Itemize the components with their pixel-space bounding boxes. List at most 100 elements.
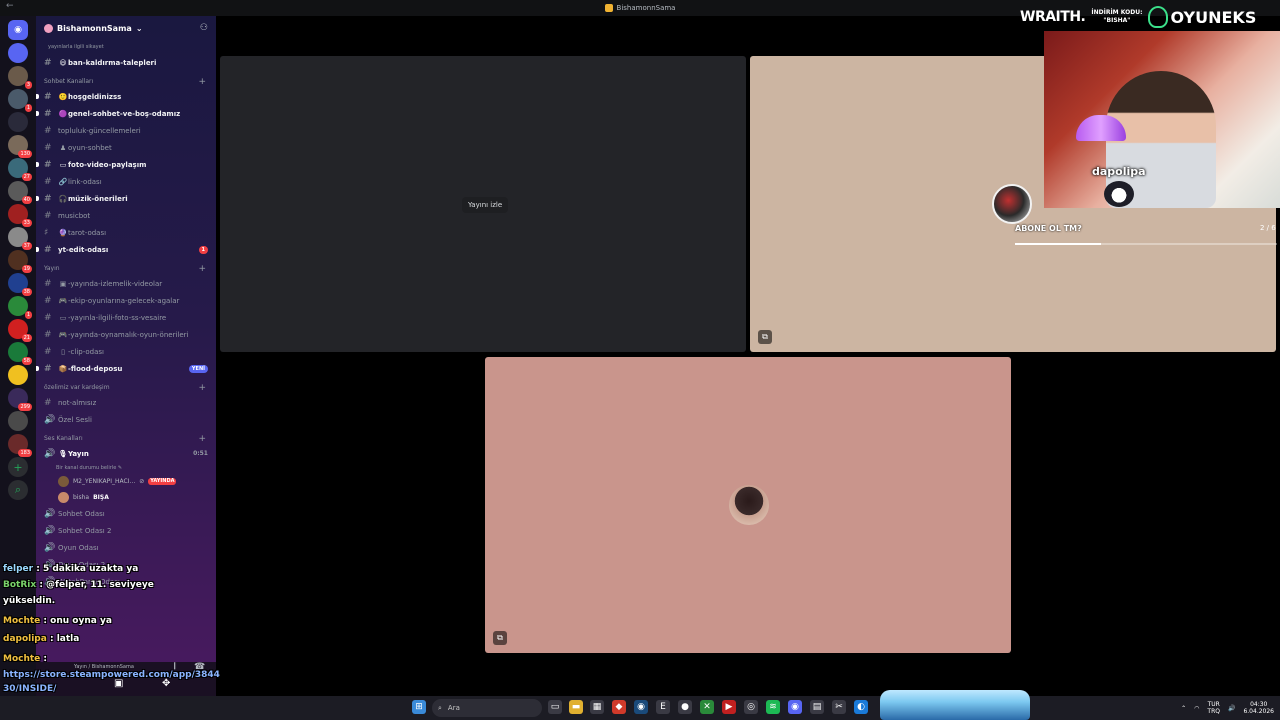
capcut-icon[interactable]: ✂ <box>832 700 846 714</box>
chevron-down-icon: ⌄ <box>135 23 143 33</box>
server-icon[interactable]: 58 <box>8 342 32 365</box>
discord-home-icon[interactable]: ◉ <box>8 20 28 40</box>
back-arrow-icon[interactable]: ← <box>6 1 14 11</box>
server-icon[interactable] <box>8 112 28 132</box>
add-server-icon[interactable]: + <box>8 457 28 477</box>
server-icon[interactable]: 3 <box>8 66 32 89</box>
task-view-icon[interactable]: ▭ <box>548 700 562 714</box>
server-icon[interactable]: 27 <box>8 158 32 181</box>
server-icon[interactable] <box>8 365 28 385</box>
add-channel-icon[interactable]: + <box>198 264 206 274</box>
category-ses[interactable]: Ses Kanalları + <box>36 428 216 445</box>
clock[interactable]: 04:30 6.04.2026 <box>1243 701 1274 715</box>
channel-label: genel-sohbet-ve-boş-odamız <box>68 109 181 118</box>
server-icon[interactable]: 21 <box>8 319 32 342</box>
oyuneks-text: OYUNEKS <box>1170 7 1257 27</box>
voice-channel-oyun[interactable]: 🔊 Oyun Odası <box>36 539 216 556</box>
server-icon[interactable] <box>8 43 28 63</box>
camera-icon: ▭ <box>59 313 67 322</box>
thread-item[interactable]: yayınlarla ilgili sikayet <box>36 40 216 54</box>
watch-stream-button[interactable]: Yayını izle <box>462 197 509 213</box>
muted-icon: ⊘ <box>139 477 145 485</box>
server-icon[interactable] <box>8 411 28 431</box>
channel-oynamalik[interactable]: # 🎮 -yayında-oynamalık-oyun-önerileri <box>36 326 216 343</box>
server-icon[interactable]: 40 <box>8 181 32 204</box>
server-icon[interactable]: 19 <box>8 250 32 273</box>
file-explorer-icon[interactable]: ▬ <box>569 700 583 714</box>
server-header[interactable]: BishamonnSama ⌄ ⚇ <box>36 16 216 40</box>
channel-ekip[interactable]: # 🎮 -ekip-oyunlarına-gelecek-agalar <box>36 292 216 309</box>
hash-icon: # <box>44 193 52 204</box>
channel-flood[interactable]: # 📦 -flood-deposu YENİ <box>36 360 216 377</box>
obs-icon[interactable]: ● <box>678 700 692 714</box>
channel-clip[interactable]: # ▯ -clip-odası <box>36 343 216 360</box>
channel-yt[interactable]: # yt-edit-odası 1 <box>36 241 216 258</box>
channel-label: ban-kaldırma-talepleri <box>68 58 157 67</box>
voice-user-m2[interactable]: M2_YENIKAPI_HACI... ⊘ YAYINDA <box>36 473 216 489</box>
channel-label: Sohbet Odası 2 <box>58 526 112 535</box>
add-channel-icon[interactable]: + <box>198 434 206 444</box>
taskbar-search[interactable]: ⌕ Ara <box>432 699 542 717</box>
alert-avatar <box>992 184 1032 224</box>
voice-user-bisha[interactable]: bisha BIŞA <box>36 489 216 505</box>
wifi-icon[interactable]: ◠ <box>1194 705 1199 712</box>
media-icon[interactable]: ▶ <box>722 700 736 714</box>
server-icon[interactable]: 33 <box>8 204 32 227</box>
channel-yayinla[interactable]: # ▭ -yayınla-ilgili-foto-ss-vesaire <box>36 309 216 326</box>
edge-icon[interactable]: ◐ <box>854 700 868 714</box>
voice-channel-yayin[interactable]: 🔊 🎙 Yayın 0:51 <box>36 445 216 462</box>
channel-ban[interactable]: # 😃 ban-kaldırma-talepleri <box>36 54 216 71</box>
volume-icon[interactable]: 🔊 <box>1228 705 1235 712</box>
subscribe-goal-count: 2 / 6 <box>1260 224 1276 232</box>
spotify-icon[interactable]: ≋ <box>766 700 780 714</box>
language-indicator[interactable]: TUR TRQ <box>1207 701 1220 715</box>
voice-status[interactable]: Bir kanal durumu belirle ✎ <box>36 462 216 473</box>
channel-muzik[interactable]: # 🎧 müzik-önerileri <box>36 190 216 207</box>
channel-topluluk[interactable]: # topluluk-güncellemeleri <box>36 122 216 139</box>
taskbar: ⊞ ⌕ Ara ▭ ▬ ▦ ◆ ◉ E ● ✕ ▶ ◎ ≋ ◉ ▤ ✂ ◐ ⌃ ◠… <box>0 696 1280 720</box>
channel-genel[interactable]: # 🟣 genel-sohbet-ve-boş-odamız <box>36 105 216 122</box>
channel-oyun[interactable]: # ♟ oyun-sohbet <box>36 139 216 156</box>
user-tile-bottom[interactable]: ⧉ <box>485 357 1011 653</box>
chat-text: 30/INSIDE/ <box>3 684 57 694</box>
chevron-up-icon[interactable]: ⌃ <box>1181 705 1186 712</box>
category-ozel[interactable]: özelimiz var kardeşim + <box>36 377 216 394</box>
server-badge: 130 <box>18 150 32 158</box>
add-channel-icon[interactable]: + <box>198 383 206 393</box>
server-icon[interactable]: 1 <box>8 89 32 112</box>
server-icon[interactable]: 183 <box>8 434 32 457</box>
server-icon[interactable]: 37 <box>8 227 32 250</box>
xbox-icon[interactable]: ✕ <box>700 700 714 714</box>
channel-ozel-sesli[interactable]: 🔊 Özel Sesli <box>36 411 216 428</box>
channel-musicbot[interactable]: # musicbot <box>36 207 216 224</box>
epic-games-icon[interactable]: E <box>656 700 670 714</box>
screen-icon[interactable]: ⧉ <box>758 330 772 344</box>
category-sohbet[interactable]: Sohbet Kanalları + <box>36 71 216 88</box>
add-channel-icon[interactable]: + <box>198 77 206 87</box>
screen-icon[interactable]: ⧉ <box>493 631 507 645</box>
chrome-icon[interactable]: ◎ <box>744 700 758 714</box>
add-member-icon[interactable]: ⚇ <box>200 23 208 33</box>
channel-hosgeldiniz[interactable]: # 🙂 hoşgeldinizss <box>36 88 216 105</box>
brave-icon[interactable]: ◆ <box>612 700 626 714</box>
stream-tile[interactable]: Yayını izle <box>220 56 746 352</box>
steam-icon[interactable]: ◉ <box>634 700 648 714</box>
discover-icon[interactable]: ⌕ <box>8 480 28 500</box>
chat-username: Mochte <box>3 616 44 626</box>
voice-channel-sohbet1[interactable]: 🔊 Sohbet Odası <box>36 505 216 522</box>
calculator-icon[interactable]: ▦ <box>590 700 604 714</box>
server-icon[interactable]: 130 <box>8 135 32 158</box>
server-icon[interactable]: 1 <box>8 296 32 319</box>
category-yayin[interactable]: Yayın + <box>36 258 216 275</box>
server-icon[interactable]: 299 <box>8 388 32 411</box>
channel-foto[interactable]: # ▭ foto-video-paylaşım <box>36 156 216 173</box>
channel-tarot[interactable]: ♯ 🔮 tarot-odası <box>36 224 216 241</box>
start-icon[interactable]: ⊞ <box>412 700 426 714</box>
server-icon[interactable]: 38 <box>8 273 32 296</box>
channel-link[interactable]: # 🔗 link-odası <box>36 173 216 190</box>
discord-icon[interactable]: ◉ <box>788 700 802 714</box>
voice-channel-sohbet2[interactable]: 🔊 Sohbet Odası 2 <box>36 522 216 539</box>
channel-not[interactable]: # not-almısız <box>36 394 216 411</box>
notepad-icon[interactable]: ▤ <box>810 700 824 714</box>
channel-izlemelik[interactable]: # ▣ -yayında-izlemelik-videolar <box>36 275 216 292</box>
